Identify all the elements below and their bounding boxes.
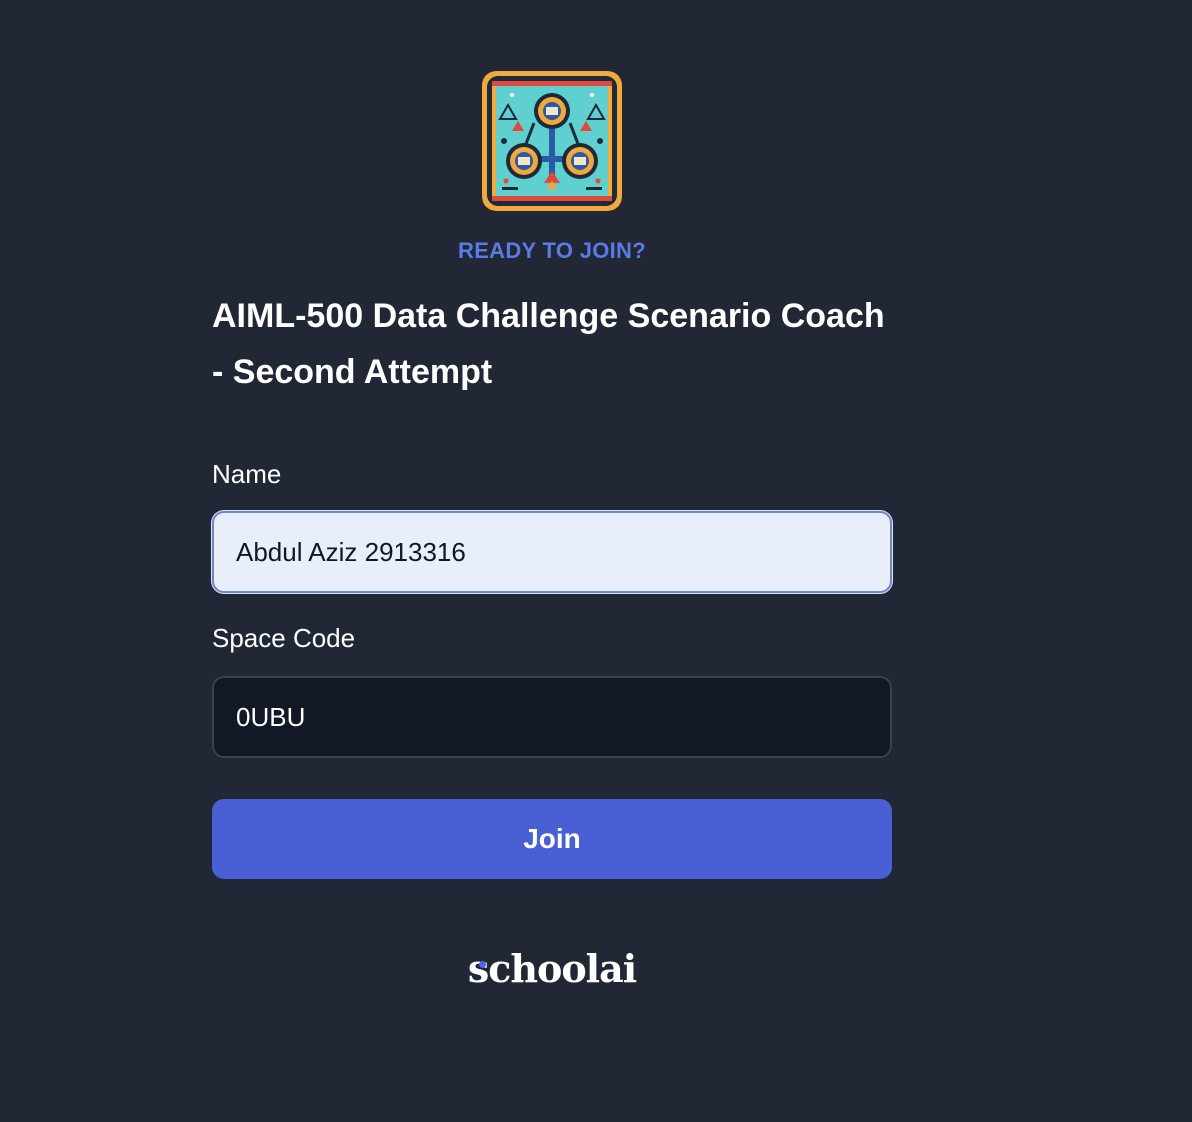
schoolai-wordmark-text: schoolai — [467, 946, 637, 991]
name-input[interactable] — [212, 511, 892, 593]
schoolai-logo: schoolai — [0, 944, 1104, 994]
space-artwork-icon — [482, 71, 622, 211]
schoolai-wordmark: schoolai — [467, 944, 637, 994]
ready-to-join-kicker: READY TO JOIN? — [458, 238, 646, 263]
space-title: AIML-500 Data Challenge Scenario Coach -… — [212, 297, 885, 391]
join-button[interactable]: Join — [212, 799, 892, 879]
name-label: Name — [212, 459, 282, 489]
space-code-label: Space Code — [212, 623, 356, 653]
space-code-input[interactable] — [212, 676, 892, 758]
logo-dot-icon — [478, 961, 486, 968]
